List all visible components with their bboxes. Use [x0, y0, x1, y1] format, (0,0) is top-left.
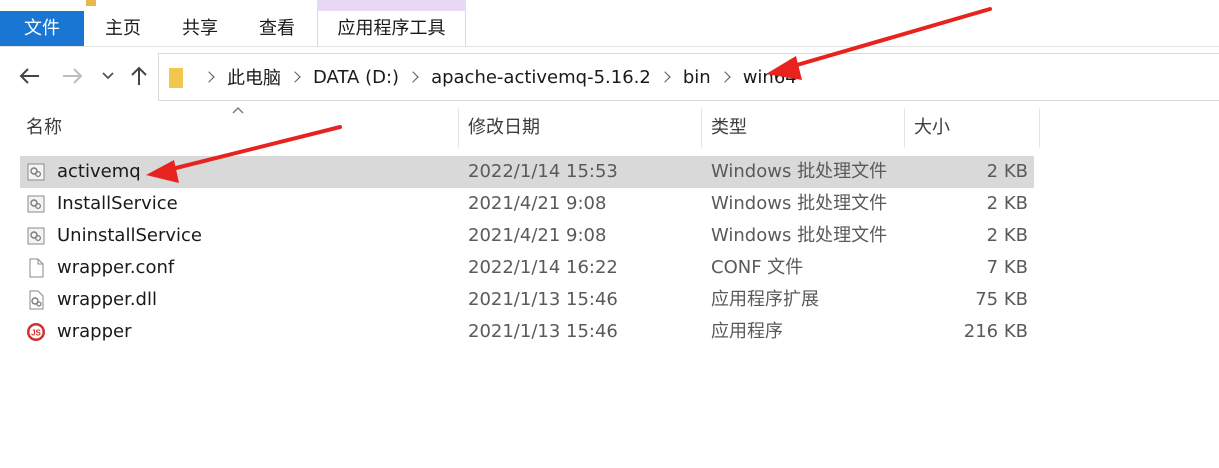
file-name: InstallService — [57, 193, 178, 214]
tab-application-tools[interactable]: 应用程序工具 — [317, 11, 466, 46]
sort-ascending-icon — [232, 107, 244, 114]
tab-home[interactable]: 主页 — [84, 11, 162, 46]
column-divider[interactable] — [458, 108, 459, 148]
breadcrumb-activemq[interactable]: apache-activemq-5.16.2 — [431, 67, 651, 88]
file-size: 2 KB — [986, 193, 1028, 214]
title-strip — [0, 0, 1219, 11]
folder-icon — [169, 68, 183, 88]
file-date: 2022/1/14 15:53 — [468, 161, 618, 182]
file-name: wrapper.conf — [57, 257, 175, 278]
file-date: 2021/1/13 15:46 — [468, 321, 618, 342]
file-size: 2 KB — [986, 161, 1028, 182]
breadcrumb-this-pc[interactable]: 此电脑 — [227, 64, 281, 90]
breadcrumb-data-drive[interactable]: DATA (D:) — [313, 67, 399, 88]
chevron-right-icon[interactable] — [203, 71, 215, 83]
file-type: Windows 批处理文件 — [711, 193, 888, 214]
file-date: 2021/4/21 9:08 — [468, 225, 607, 246]
column-divider[interactable] — [1039, 108, 1040, 148]
column-divider[interactable] — [701, 108, 702, 148]
file-row-wrapper-exe[interactable]: JS wrapper 2021/1/13 15:46 应用程序 216 KB — [20, 316, 1034, 348]
file-date: 2021/4/21 9:08 — [468, 193, 607, 214]
chevron-right-icon[interactable] — [659, 71, 671, 83]
column-headers: 名称 修改日期 类型 大小 — [0, 107, 1219, 148]
chevron-right-icon[interactable] — [719, 71, 731, 83]
file-date: 2021/1/13 15:46 — [468, 289, 618, 310]
column-type[interactable]: 类型 — [711, 108, 747, 148]
tab-share[interactable]: 共享 — [162, 11, 238, 46]
file-type: 应用程序扩展 — [711, 289, 819, 310]
blank-file-icon — [29, 258, 44, 278]
file-row-uninstallservice[interactable]: UninstallService 2021/4/21 9:08 Windows … — [20, 220, 1034, 252]
file-date: 2022/1/14 16:22 — [468, 257, 618, 278]
file-size: 7 KB — [986, 257, 1028, 278]
file-size: 216 KB — [963, 321, 1028, 342]
batch-file-icon — [27, 163, 45, 181]
column-name[interactable]: 名称 — [26, 108, 62, 148]
file-type: 应用程序 — [711, 321, 783, 342]
chevron-right-icon[interactable] — [289, 71, 301, 83]
navigation-bar: 此电脑 DATA (D:) apache-activemq-5.16.2 bin… — [0, 46, 1219, 108]
batch-file-icon — [27, 227, 45, 245]
address-bar[interactable]: 此电脑 DATA (D:) apache-activemq-5.16.2 bin… — [158, 53, 1219, 101]
file-size: 2 KB — [986, 225, 1028, 246]
file-row-wrapper-conf[interactable]: wrapper.conf 2022/1/14 16:22 CONF 文件 7 K… — [20, 252, 1034, 284]
ribbon: 文件 主页 共享 查看 应用程序工具 — [0, 0, 1219, 46]
tab-view[interactable]: 查看 — [238, 11, 316, 46]
file-row-installservice[interactable]: InstallService 2021/4/21 9:08 Windows 批处… — [20, 188, 1034, 220]
column-date-modified[interactable]: 修改日期 — [468, 108, 540, 148]
file-name: activemq — [57, 161, 141, 182]
forward-arrow-icon[interactable] — [58, 61, 88, 91]
column-divider[interactable] — [904, 108, 905, 148]
file-row-wrapper-dll[interactable]: wrapper.dll 2021/1/13 15:46 应用程序扩展 75 KB — [20, 284, 1034, 316]
file-row-activemq[interactable]: activemq 2022/1/14 15:53 Windows 批处理文件 2… — [20, 156, 1034, 188]
svg-text:JS: JS — [31, 329, 41, 338]
file-name: wrapper.dll — [57, 289, 157, 310]
file-type: Windows 批处理文件 — [711, 225, 888, 246]
file-name: UninstallService — [57, 225, 202, 246]
back-arrow-icon[interactable] — [14, 61, 44, 91]
file-name: wrapper — [57, 321, 132, 342]
batch-file-icon — [27, 195, 45, 213]
js-exe-icon: JS — [27, 323, 45, 341]
tool-context-header — [317, 0, 466, 11]
file-size: 75 KB — [975, 289, 1028, 310]
breadcrumb: 此电脑 DATA (D:) apache-activemq-5.16.2 bin… — [195, 54, 797, 100]
folder-icon[interactable] — [86, 0, 96, 6]
chevron-right-icon[interactable] — [407, 71, 419, 83]
file-type: Windows 批处理文件 — [711, 161, 888, 182]
column-size[interactable]: 大小 — [914, 108, 950, 148]
tab-file[interactable]: 文件 — [0, 11, 84, 46]
breadcrumb-bin[interactable]: bin — [683, 67, 711, 88]
chevron-down-icon[interactable] — [94, 61, 122, 91]
dll-file-icon — [29, 290, 44, 310]
up-arrow-icon[interactable] — [124, 61, 154, 91]
file-type: CONF 文件 — [711, 257, 804, 278]
breadcrumb-win64[interactable]: win64 — [743, 67, 797, 88]
